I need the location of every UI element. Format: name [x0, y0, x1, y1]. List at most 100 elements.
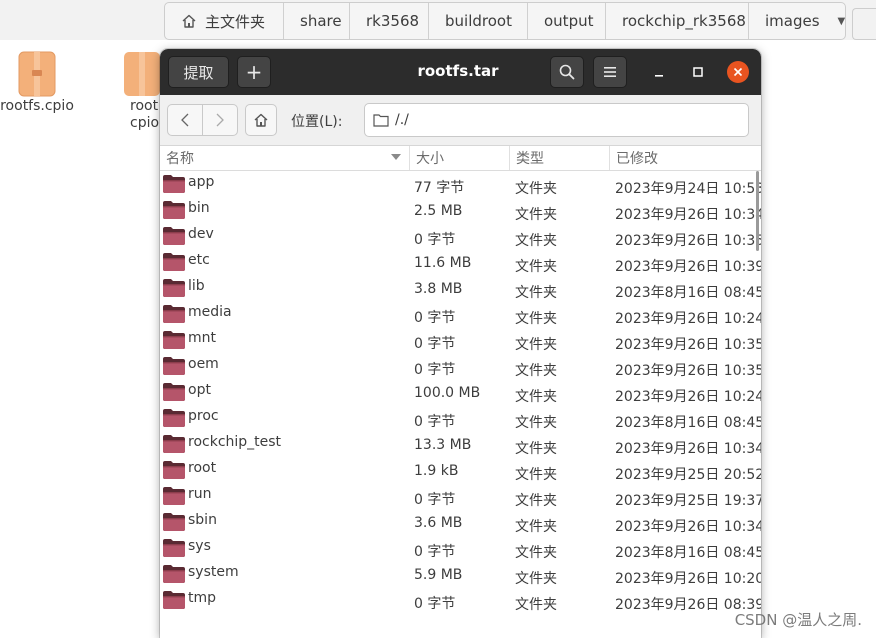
file-row[interactable]: media 0 字节 文件夹 2023年9月26日 10:24 [160, 301, 761, 327]
file-name: mnt [188, 330, 216, 346]
dropdown-arrow-icon[interactable]: ▼ [838, 16, 845, 27]
archive-icon [124, 52, 160, 96]
breadcrumb-rk3568[interactable]: rk3568 [350, 3, 429, 39]
file-name: sys [188, 538, 211, 554]
extract-label: 提取 [183, 63, 214, 82]
back-button[interactable] [168, 105, 202, 135]
breadcrumb-label: 主文件夹 [205, 12, 266, 31]
breadcrumb-images[interactable]: images ▼ [749, 3, 845, 39]
file-name: proc [188, 408, 219, 424]
file-row[interactable]: sys 0 字节 文件夹 2023年8月16日 08:45 [160, 535, 761, 561]
file-row[interactable]: bin 2.5 MB 文件夹 2023年9月26日 10:34 [160, 197, 761, 223]
breadcrumb-label: rk3568 [366, 12, 420, 30]
plus-icon: + [245, 60, 263, 84]
file-row[interactable]: app 77 字节 文件夹 2023年9月24日 10:53 [160, 171, 761, 197]
file-modified: 2023年9月26日 10:24 [615, 311, 761, 327]
file-row[interactable]: lib 3.8 MB 文件夹 2023年8月16日 08:45 [160, 275, 761, 301]
breadcrumb-rockchip-rk3568[interactable]: rockchip_rk3568 [606, 3, 749, 39]
file-type: 文件夹 [515, 337, 557, 353]
breadcrumb-buildroot[interactable]: buildroot [429, 3, 528, 39]
file-row[interactable]: mnt 0 字节 文件夹 2023年9月26日 10:35 [160, 327, 761, 353]
menu-button[interactable] [593, 56, 627, 88]
file-size: 11.6 MB [414, 255, 472, 271]
breadcrumb-label: buildroot [445, 12, 512, 30]
file-size: 0 字节 [414, 310, 456, 326]
file-name: tmp [188, 590, 217, 606]
file-row[interactable]: dev 0 字节 文件夹 2023年9月26日 10:35 [160, 223, 761, 249]
close-button[interactable] [727, 61, 749, 83]
file-type: 文件夹 [515, 493, 557, 509]
header-bar: 提取 + rootfs.tar [160, 49, 761, 95]
file-type: 文件夹 [515, 441, 557, 457]
location-label: 位置(L): [291, 114, 343, 130]
breadcrumb: 主文件夹 share rk3568 buildroot output rockc… [164, 2, 846, 40]
file-type: 文件夹 [515, 545, 557, 561]
file-label: root [130, 98, 159, 114]
folder-icon [163, 539, 185, 557]
forward-button[interactable] [202, 105, 237, 135]
extract-button[interactable]: 提取 [168, 56, 229, 88]
column-size[interactable]: 大小 [409, 146, 509, 170]
file-name: lib [188, 278, 205, 294]
file-size: 13.3 MB [414, 437, 472, 453]
file-size: 0 字节 [414, 544, 456, 560]
folder-icon [163, 487, 185, 505]
add-files-button[interactable]: + [237, 56, 271, 88]
file-size: 0 字节 [414, 362, 456, 378]
folder-icon [163, 565, 185, 583]
folder-icon [163, 383, 185, 401]
file-row[interactable]: opt 100.0 MB 文件夹 2023年9月26日 10:24 [160, 379, 761, 405]
file-row[interactable]: tmp 0 字节 文件夹 2023年9月26日 08:39 [160, 587, 761, 613]
column-name[interactable]: 名称 [160, 146, 409, 170]
location-input[interactable]: /./ [364, 103, 749, 137]
file-name: run [188, 486, 212, 502]
search-button[interactable] [550, 56, 584, 88]
file-modified: 2023年9月26日 10:39 [615, 259, 761, 275]
file-size: 3.6 MB [414, 515, 463, 531]
column-type[interactable]: 类型 [509, 146, 609, 170]
file-modified: 2023年9月26日 10:34 [615, 519, 761, 535]
archive-manager-window: 提取 + rootfs.tar 位置(L): /./ 名称 大小 类型 已修改 … [160, 49, 761, 638]
file-name: rockchip_test [188, 434, 282, 450]
folder-icon [163, 175, 185, 193]
breadcrumb-home[interactable]: 主文件夹 [165, 3, 284, 39]
file-row[interactable]: etc 11.6 MB 文件夹 2023年9月26日 10:39 [160, 249, 761, 275]
home-button[interactable] [245, 104, 277, 136]
hamburger-menu-icon [604, 67, 616, 77]
breadcrumb-share[interactable]: share [284, 3, 350, 39]
file-modified: 2023年8月16日 08:45 [615, 545, 761, 561]
folder-icon [163, 253, 185, 271]
column-label: 名称 [166, 151, 194, 167]
file-row[interactable]: root 1.9 kB 文件夹 2023年9月25日 20:52 [160, 457, 761, 483]
maximize-button[interactable] [687, 61, 709, 83]
file-type: 文件夹 [515, 363, 557, 379]
column-label: 大小 [416, 151, 444, 167]
breadcrumb-output[interactable]: output [528, 3, 606, 39]
file-row[interactable]: run 0 字节 文件夹 2023年9月25日 19:37 [160, 483, 761, 509]
file-size: 0 字节 [414, 414, 456, 430]
file-name: oem [188, 356, 219, 372]
file-label: cpio [130, 115, 160, 131]
file-row[interactable]: oem 0 字节 文件夹 2023年9月26日 10:35 [160, 353, 761, 379]
folder-icon [163, 357, 185, 375]
file-row[interactable]: sbin 3.6 MB 文件夹 2023年9月26日 10:34 [160, 509, 761, 535]
file-modified: 2023年9月26日 10:34 [615, 207, 761, 223]
home-icon [254, 113, 268, 127]
breadcrumb-label: images [765, 12, 820, 30]
folder-outline-icon [373, 114, 389, 127]
desktop-file-rootfs-cpio[interactable]: rootfs.cpio [0, 50, 78, 115]
location-bar: 位置(L): /./ [160, 95, 761, 146]
folder-icon [163, 461, 185, 479]
minimize-button[interactable] [648, 61, 670, 83]
file-type: 文件夹 [515, 233, 557, 249]
folder-icon [163, 201, 185, 219]
column-modified[interactable]: 已修改 [609, 146, 761, 170]
file-row[interactable]: proc 0 字节 文件夹 2023年8月16日 08:45 [160, 405, 761, 431]
background-toolbar-button[interactable] [852, 8, 876, 40]
chevron-right-icon [216, 113, 224, 127]
scrollbar[interactable] [756, 171, 759, 638]
file-row[interactable]: rockchip_test 13.3 MB 文件夹 2023年9月26日 10:34 [160, 431, 761, 457]
file-size: 0 字节 [414, 232, 456, 248]
breadcrumb-label: rockchip_rk3568 [622, 12, 746, 30]
file-row[interactable]: system 5.9 MB 文件夹 2023年9月26日 10:20 [160, 561, 761, 587]
